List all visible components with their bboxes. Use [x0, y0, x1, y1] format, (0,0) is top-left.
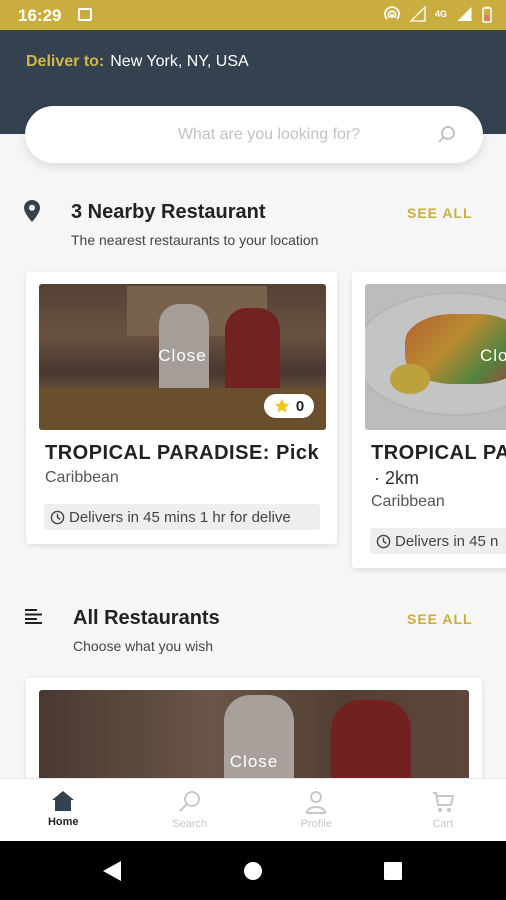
clock-icon [376, 534, 391, 548]
delivery-time-text: Delivers in 45 n [395, 532, 499, 550]
battery-icon [482, 6, 492, 23]
status-bar: 16:29 4G [0, 0, 506, 30]
status-time: 16:29 [18, 6, 62, 25]
restaurant-photo: Close 0 [39, 284, 326, 430]
status-label: Close [158, 346, 207, 365]
nearby-subtitle: The nearest restaurants to your location [71, 232, 319, 248]
restaurant-card[interactable]: Close [26, 678, 482, 788]
deliver-label: Deliver to: [26, 53, 105, 70]
nav-home-label: Home [47, 816, 79, 828]
restaurant-cuisine: Caribbean [45, 469, 119, 486]
hotspot-icon [384, 6, 400, 20]
nav-search[interactable]: Search [127, 779, 254, 841]
rating-badge: 0 [264, 394, 314, 418]
signal-empty-icon [409, 6, 426, 22]
restaurant-distance: · 2km [374, 468, 419, 488]
system-navigation-bar [0, 841, 506, 900]
back-icon[interactable] [102, 860, 122, 882]
network-type: 4G [434, 8, 447, 19]
status-label: Close [229, 752, 279, 771]
delivery-time-text: Delivers in 45 mins 1 hr for delive [69, 508, 291, 526]
image-notification-icon [78, 8, 92, 21]
search-icon[interactable] [437, 125, 457, 145]
nearby-restaurant-card[interactable]: Clo TROPICAL PA · 2km Caribbean Delivers… [352, 272, 506, 568]
nearby-see-all-link[interactable]: SEE ALL [407, 205, 473, 221]
nav-cart[interactable]: Cart [380, 779, 506, 841]
all-restaurants-subtitle: Choose what you wish [73, 638, 214, 654]
nav-search-label: Search [172, 818, 208, 830]
restaurant-name: TROPICAL PARADISE: Pick [45, 442, 320, 464]
rating-value: 0 [295, 397, 305, 415]
restaurant-photo: Close [39, 690, 469, 788]
cart-icon [432, 792, 454, 812]
delivery-time-chip: Delivers in 45 mins 1 hr for delive [44, 504, 320, 530]
clock-icon [50, 510, 65, 524]
deliver-value: New York, NY, USA [110, 53, 249, 70]
status-label: Clo [480, 346, 506, 365]
delivery-time-chip: Delivers in 45 n [370, 528, 506, 554]
nav-profile[interactable]: Profile [253, 779, 380, 841]
home-icon [52, 791, 75, 811]
nav-profile-label: Profile [300, 818, 332, 830]
deliver-location[interactable]: Deliver to: New York, NY, USA [26, 53, 249, 71]
nav-home[interactable]: Home [0, 779, 127, 841]
list-icon [25, 609, 42, 624]
signal-full-icon [457, 7, 472, 21]
bottom-navigation: Home Search Profile Cart [0, 778, 506, 841]
nearby-restaurant-card[interactable]: Close 0 TROPICAL PARADISE: Pick Caribbea… [26, 272, 337, 544]
search-bar[interactable] [25, 106, 483, 163]
nearby-title: 3 Nearby Restaurant [71, 201, 266, 223]
restaurant-name: TROPICAL PA [371, 442, 506, 464]
profile-icon [306, 791, 327, 814]
star-icon [274, 398, 290, 413]
search-input[interactable] [49, 106, 409, 163]
recents-icon[interactable] [384, 862, 402, 880]
restaurant-cuisine: Caribbean [371, 493, 445, 510]
home-circle-icon[interactable] [243, 861, 263, 881]
restaurant-photo: Clo [365, 284, 506, 430]
all-restaurants-see-all-link[interactable]: SEE ALL [407, 611, 473, 627]
location-pin-icon [24, 200, 40, 222]
nav-cart-label: Cart [432, 818, 454, 830]
search-icon [178, 791, 200, 812]
all-restaurants-title: All Restaurants [73, 607, 220, 629]
